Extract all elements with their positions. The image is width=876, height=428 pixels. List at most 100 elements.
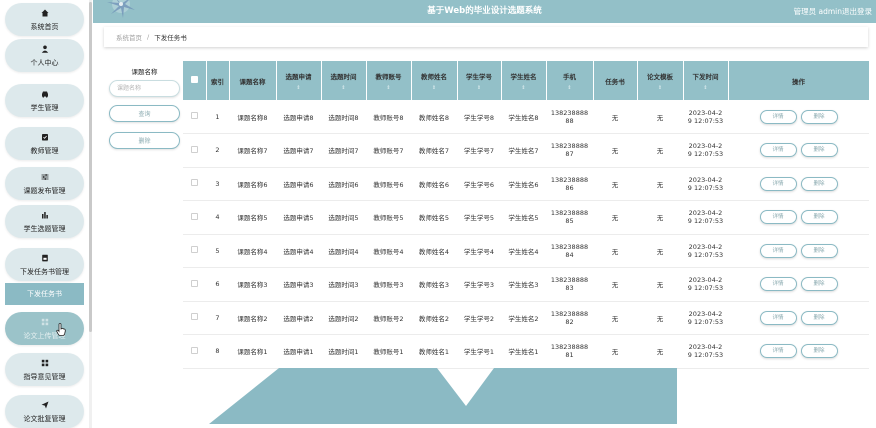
document-icon [40,253,50,263]
column-header[interactable]: 任务书 [593,61,638,100]
row-checkbox[interactable] [191,112,198,119]
site-title: 基于Web的毕业设计选题系统 [427,6,542,16]
search-input[interactable] [109,80,180,97]
row-checkbox[interactable] [191,246,198,254]
cell-phone: 138238888 86 [546,167,593,201]
delete-button[interactable]: 删除 [800,143,838,158]
row-checkbox[interactable] [191,145,198,153]
cell-student-id: 学生学号1 [457,334,501,369]
delete-button[interactable]: 删除 [800,109,838,124]
column-header[interactable]: 下发时间 ⇕ [683,61,729,100]
delete-button[interactable]: 删除 [800,176,838,191]
cell-student-name: 学生姓名7 [501,133,546,168]
row-checkbox[interactable] [191,346,198,354]
sidebar-item-home[interactable]: 系统首页 [5,3,84,36]
cell-task-book: 无 [593,167,637,201]
sidebar-scrollbar-thumb[interactable] [89,2,92,332]
sidebar-item-teachers[interactable]: 教师管理 [5,127,84,160]
cell-issue-time: 2023-04-2 9 12:07:53 [683,100,728,134]
column-header[interactable]: 选题申请 ⇕ [276,61,322,100]
cell-index: 2 [206,133,229,168]
chart-icon [40,210,50,220]
cell-student-id: 学生学号5 [457,200,501,235]
column-header[interactable]: 选题时间 ⇕ [321,61,367,100]
detail-button[interactable]: 详情 [759,277,797,292]
row-checkbox[interactable] [191,313,198,321]
detail-button[interactable]: 详情 [759,176,797,191]
table-row[interactable]: 5 课题名称4 选题申请4 选题时间4 教师账号4 教师姓名4 学生学号4 学生姓名4 1382… [183,234,869,268]
detail-button[interactable]: 详情 [759,344,797,359]
sort-icon[interactable]: ⇕ [367,85,411,91]
sort-icon[interactable]: ⇕ [412,85,457,91]
delete-button[interactable]: 删除 [800,210,838,225]
sort-icon[interactable]: ⇕ [277,85,321,91]
sort-icon[interactable]: ⇕ [684,85,728,91]
sort-icon[interactable]: ⇕ [458,85,501,91]
sort-icon[interactable]: ⇕ [502,85,546,91]
detail-button[interactable]: 详情 [759,143,797,158]
table-row[interactable]: 1 课题名称8 选题申请8 选题时间8 教师账号8 教师姓名8 学生学号8 学生姓名8 1382… [183,100,869,134]
row-checkbox[interactable] [191,279,198,287]
detail-button[interactable]: 详情 [759,109,797,124]
detail-button[interactable]: 详情 [759,210,797,225]
table-row[interactable]: 2 课题名称7 选题申请7 选题时间7 教师账号7 教师姓名7 学生学号7 学生姓名7 1382… [183,133,869,168]
delete-button[interactable]: 删除 [800,277,838,292]
breadcrumb-home[interactable]: 系统首页 [116,32,142,42]
cell-student-name: 学生姓名8 [501,100,546,134]
table-row[interactable]: 7 课题名称2 选题申请2 选题时间2 教师账号2 教师姓名2 学生学号2 学生姓名2 1382… [183,301,869,335]
sidebar-item-paper-reply[interactable]: 论文批复管理 [5,395,84,428]
sidebar-item-task-book[interactable]: 下发任务书管理 [5,248,84,281]
sliders-icon [40,172,50,182]
home-icon [40,8,50,18]
column-header[interactable]: 教师姓名 ⇕ [411,61,458,100]
sidebar-item-label: 下发任务书管理 [20,267,69,276]
sidebar-item-student-topic[interactable]: 学生选题管理 [5,205,84,238]
row-checkbox[interactable] [191,212,198,220]
cell-time: 选题时间4 [321,234,366,268]
sort-icon[interactable]: ⇕ [638,85,683,91]
cell-student-id: 学生学号8 [457,100,501,134]
column-header[interactable]: 手机 ⇕ [546,61,594,100]
cell-apply: 选题申请3 [276,267,321,302]
sidebar-subitem-task-book[interactable]: 下发任务书 [5,283,84,305]
sidebar-item-students[interactable]: 学生管理 [5,84,84,117]
batch-delete-button[interactable]: 删除 [109,132,180,149]
column-header[interactable]: 论文模板 ⇕ [637,61,684,100]
cell-teacher-account: 教师账号3 [366,267,411,302]
column-header[interactable]: 教师账号 ⇕ [366,61,412,100]
cell-index: 7 [206,301,229,335]
sort-icon[interactable]: ⇕ [547,85,593,91]
delete-button[interactable]: 删除 [800,310,838,325]
sidebar-item-paper-upload[interactable]: 论文上传管理 [5,312,84,345]
delete-button[interactable]: 删除 [800,344,838,359]
table-row[interactable]: 6 课题名称3 选题申请3 选题时间3 教师账号3 教师姓名3 学生学号3 学生姓名3 1382… [183,267,869,302]
row-checkbox[interactable] [191,179,198,187]
cell-phone: 138238888 83 [546,267,593,302]
delete-button[interactable]: 删除 [800,243,838,258]
sort-icon[interactable]: ⇕ [322,85,366,91]
table-row[interactable]: 8 课题名称1 选题申请1 选题时间1 教师账号1 教师姓名1 学生学号1 学生姓名1 1382… [183,334,869,369]
sidebar-item-guidance[interactable]: 指导意见管理 [5,353,84,386]
cell-time: 选题时间3 [321,267,366,302]
select-all-checkbox[interactable] [190,76,198,83]
detail-button[interactable]: 详情 [759,310,797,325]
cell-teacher-account: 教师账号6 [366,167,411,201]
query-button[interactable]: 查询 [109,105,180,122]
sidebar-item-label: 系统首页 [30,22,59,31]
detail-button[interactable]: 详情 [759,243,797,258]
sidebar-item-profile[interactable]: 个人中心 [5,39,84,72]
sidebar-item-topic-publish[interactable]: 课题发布管理 [5,167,84,200]
cell-teacher-account: 教师账号1 [366,334,411,369]
logout-link[interactable]: 退出登录 [842,0,872,23]
column-header[interactable]: 课题名称 [229,61,277,100]
cell-teacher-account: 教师账号2 [366,301,411,335]
table-row[interactable]: 4 课题名称5 选题申请5 选题时间5 教师账号5 教师姓名5 学生学号5 学生姓名5 1382… [183,200,869,235]
column-header[interactable]: 学生姓名 ⇕ [501,61,547,100]
cell-actions: 详情 删除 [728,234,869,268]
table-row[interactable]: 3 课题名称6 选题申请6 选题时间6 教师账号6 教师姓名6 学生学号6 学生姓名6 1382… [183,167,869,201]
cell-phone: 138238888 82 [546,301,593,335]
column-header[interactable]: 学生学号 ⇕ [457,61,502,100]
cell-actions: 详情 删除 [728,301,869,335]
cell-teacher-name: 教师姓名7 [411,133,457,168]
cell-teacher-name: 教师姓名8 [411,100,457,134]
